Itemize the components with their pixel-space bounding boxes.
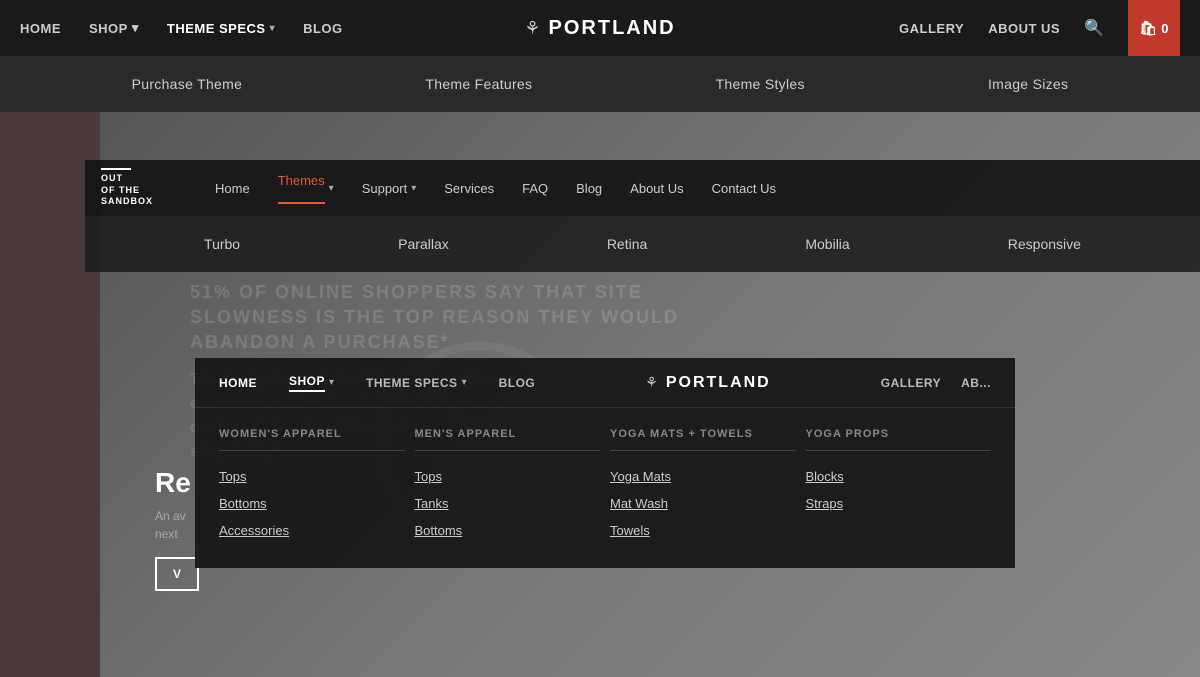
shop-chevron-icon: ▾ (132, 20, 139, 36)
shop-dropdown-header: HOME SHOP ▾ THEME SPECS ▾ BLOG ⚘ PORTLAN… (195, 358, 1015, 408)
straps-item[interactable]: Straps (806, 490, 992, 517)
overlay-nav-theme-specs[interactable]: THEME SPECS ▾ (366, 376, 467, 390)
nav-blog[interactable]: BLOG (303, 21, 343, 36)
cart-count: 0 (1161, 21, 1168, 36)
second-nav-faq[interactable]: FAQ (522, 181, 548, 196)
second-nav-contact[interactable]: Contact Us (712, 181, 776, 196)
overlay-nav-home[interactable]: HOME (219, 376, 257, 390)
nav-home[interactable]: HOME (20, 21, 61, 36)
theme-features-link[interactable]: Theme Features (425, 76, 532, 92)
theme-mobilia[interactable]: Mobilia (805, 236, 849, 252)
overlay-logo: ⚘ PORTLAND (645, 374, 770, 392)
shop-dropdown-body: Women's Apparel Tops Bottoms Accessories… (195, 408, 1015, 568)
nav-shop[interactable]: SHOP ▾ (89, 20, 139, 36)
mat-wash-item[interactable]: Mat Wash (610, 490, 796, 517)
shop-col-yoga-mats: Yoga Mats + Towels Yoga Mats Mat Wash To… (610, 428, 796, 544)
themes-dropdown: Turbo Parallax Retina Mobilia Responsive (85, 216, 1200, 272)
overlay-lotus-icon: ⚘ (645, 374, 658, 391)
towels-item[interactable]: Towels (610, 517, 796, 544)
cart-icon: 🛍 (1139, 20, 1157, 37)
themes-link-text[interactable]: Themes (278, 173, 325, 204)
yoga-mats-header: Yoga Mats + Towels (610, 428, 796, 451)
yoga-mats-item[interactable]: Yoga Mats (610, 463, 796, 490)
womens-tops[interactable]: Tops (219, 463, 405, 490)
theme-responsive[interactable]: Responsive (1008, 236, 1081, 252)
nav-theme-specs[interactable]: THEME SPECS ▾ (167, 21, 275, 36)
theme-turbo[interactable]: Turbo (204, 236, 240, 252)
womens-accessories[interactable]: Accessories (219, 517, 405, 544)
shop-col-mens: Men's Apparel Tops Tanks Bottoms (415, 428, 601, 544)
top-nav-left: HOME SHOP ▾ THEME SPECS ▾ BLOG (20, 20, 343, 36)
top-navigation: HOME SHOP ▾ THEME SPECS ▾ BLOG ⚘ PORTLAN… (0, 0, 1200, 56)
purchase-theme-link[interactable]: Purchase Theme (132, 76, 243, 92)
shop-dropdown-overlay: HOME SHOP ▾ THEME SPECS ▾ BLOG ⚘ PORTLAN… (195, 358, 1015, 568)
overlay-theme-specs-label: THEME SPECS (366, 376, 458, 390)
theme-specs-chevron-icon: ▾ (270, 23, 276, 34)
nav-gallery[interactable]: GALLERY (899, 21, 964, 36)
second-nav-themes[interactable]: Themes ▾ (278, 173, 334, 204)
overlay-gallery[interactable]: GALLERY (881, 376, 941, 390)
second-nav-support[interactable]: Support ▾ (362, 181, 417, 196)
second-navigation: OUTOF THESANDBOX Home Themes ▾ Support ▾… (85, 160, 1200, 216)
mens-bottoms[interactable]: Bottoms (415, 517, 601, 544)
blocks-item[interactable]: Blocks (806, 463, 992, 490)
second-nav-about[interactable]: About Us (630, 181, 683, 196)
second-nav-services[interactable]: Services (444, 181, 494, 196)
top-nav-logo: ⚘ PORTLAND (524, 17, 675, 40)
overlay-nav-shop[interactable]: SHOP ▾ (289, 374, 334, 392)
shop-col-yoga-props: Yoga Props Blocks Straps (806, 428, 992, 544)
overlay-nav-blog[interactable]: BLOG (499, 376, 536, 390)
overlay-header-right: GALLERY AB... (881, 376, 991, 390)
portland-logo-text: PORTLAND (549, 17, 676, 40)
shop-col-womens: Women's Apparel Tops Bottoms Accessories (219, 428, 405, 544)
second-nav-links: Home Themes ▾ Support ▾ Services FAQ Blo… (215, 173, 776, 204)
theme-retina[interactable]: Retina (607, 236, 647, 252)
lotus-icon: ⚘ (524, 18, 540, 39)
theme-styles-link[interactable]: Theme Styles (716, 76, 805, 92)
mens-tops[interactable]: Tops (415, 463, 601, 490)
overlay-shop-chevron-icon: ▾ (329, 377, 334, 388)
overlay-portland-text: PORTLAND (666, 374, 771, 392)
second-nav-blog[interactable]: Blog (576, 181, 602, 196)
mens-tanks[interactable]: Tanks (415, 490, 601, 517)
yoga-props-header: Yoga Props (806, 428, 992, 451)
nav-about-us[interactable]: ABOUT US (988, 21, 1060, 36)
top-nav-right: GALLERY ABOUT US 🔍 🛍 0 (899, 0, 1180, 56)
support-link-text[interactable]: Support (362, 181, 408, 196)
sandbox-logo: OUTOF THESANDBOX (85, 168, 195, 208)
sandbox-logo-text: OUTOF THESANDBOX (101, 173, 179, 208)
theme-parallax[interactable]: Parallax (398, 236, 449, 252)
themes-chevron-icon: ▾ (329, 183, 334, 194)
second-nav-home[interactable]: Home (215, 181, 250, 196)
overlay-shop-label: SHOP (289, 374, 325, 392)
theme-specs-dropdown: Purchase Theme Theme Features Theme Styl… (0, 56, 1200, 112)
mens-header: Men's Apparel (415, 428, 601, 451)
cart-button[interactable]: 🛍 0 (1128, 0, 1180, 56)
sandbox-logo-line (101, 168, 131, 170)
support-chevron-icon: ▾ (411, 183, 416, 194)
search-icon[interactable]: 🔍 (1084, 18, 1104, 38)
image-sizes-link[interactable]: Image Sizes (988, 76, 1068, 92)
womens-bottoms[interactable]: Bottoms (219, 490, 405, 517)
overlay-about[interactable]: AB... (961, 376, 991, 390)
womens-header: Women's Apparel (219, 428, 405, 451)
overlay-theme-chevron-icon: ▾ (462, 377, 467, 388)
